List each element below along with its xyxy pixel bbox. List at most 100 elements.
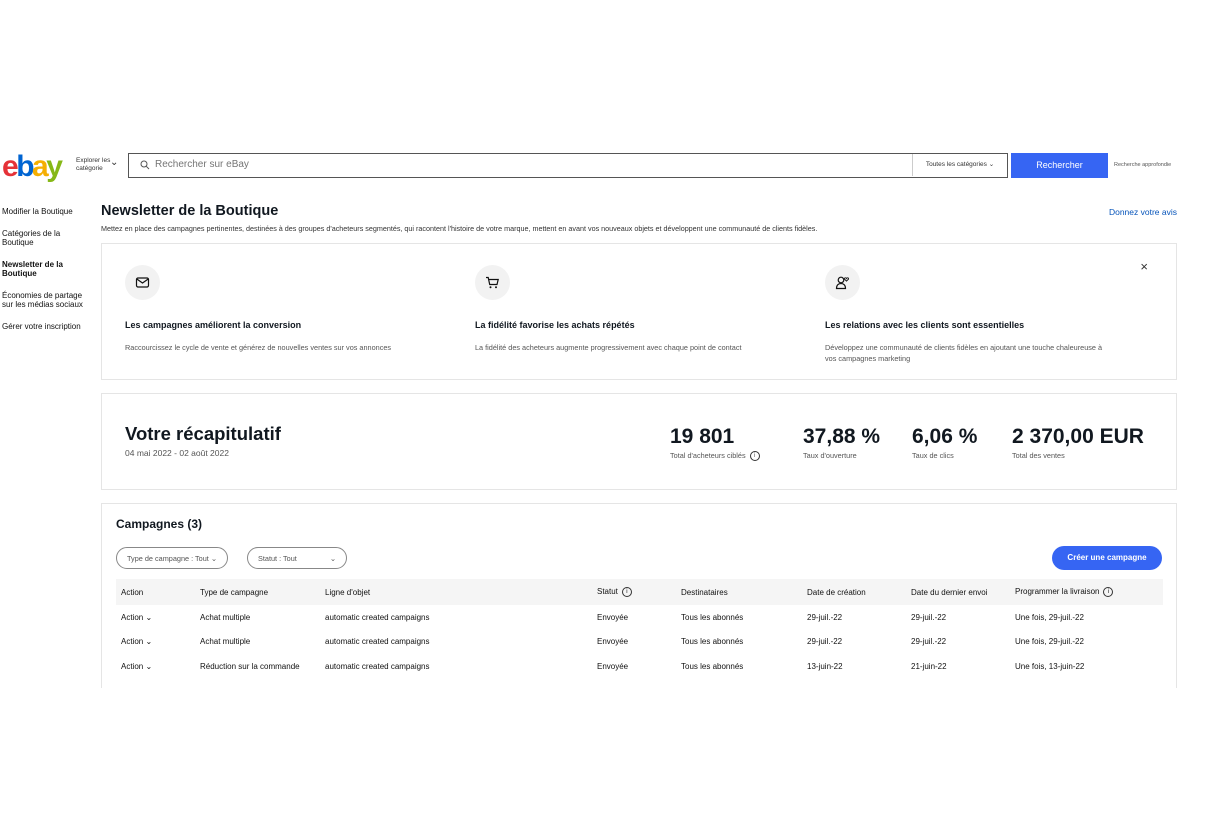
info-icon[interactable]: i (621, 587, 632, 597)
cell-last-sent-date: 29-juil.-22 (911, 637, 947, 647)
cell-created-date: 13-juin-22 (807, 661, 843, 671)
metric-value: 37,88 % (803, 425, 881, 448)
person-heart-icon (825, 265, 860, 300)
status-filter[interactable]: Statut : Tout ⌄ (247, 547, 347, 569)
column-header[interactable]: Date du dernier envoi (906, 579, 1010, 605)
chevron-down-icon: ⌄ (988, 161, 995, 168)
column-header[interactable]: Destinataires (676, 579, 802, 605)
cell-recipients: Tous les abonnés (681, 637, 744, 647)
cell-subject-line: automatic created campaigns (325, 661, 430, 671)
campaigns-title: Campagnes (3) (116, 517, 203, 531)
metric-value: 19 801 (670, 425, 735, 448)
benefit-item: La fidélité favorise les achats répétés … (475, 265, 765, 353)
ebay-logo[interactable]: ebay (2, 150, 63, 184)
explore-category-button[interactable]: Explorer les catégorie ⌄ (76, 157, 119, 173)
benefit-title: Les campagnes améliorent la conversion (125, 320, 302, 330)
benefit-title: Les relations avec les clients sont esse… (825, 320, 1025, 330)
table-row: Action ⌄ Achat multiple automatic create… (116, 630, 1163, 655)
metric-open-rate: 37,88 % Taux d'ouverture (803, 425, 880, 460)
sidebar-item-manage-subscription[interactable]: Gérer votre inscription (2, 322, 88, 331)
metric-label: Total d'acheteurs ciblés (670, 451, 746, 460)
cart-icon (475, 265, 510, 300)
cell-created-date: 29-juil.-22 (807, 612, 843, 622)
sidebar: Modifier la Boutique Catégories de la Bo… (2, 207, 88, 344)
header: ebay Explorer les catégorie ⌄ Toutes les… (0, 150, 1211, 184)
sidebar-item-store-categories[interactable]: Catégories de la Boutique (2, 229, 88, 247)
category-select[interactable]: Toutes les catégories ⌄ (912, 154, 1007, 176)
cell-status: Envoyée (597, 661, 629, 671)
table-row: Action ⌄ Achat multiple automatic create… (116, 605, 1163, 630)
column-header: Action (116, 579, 195, 605)
cell-schedule: Une fois, 29-juil.-22 (1015, 637, 1084, 647)
cell-last-sent-date: 21-juin-22 (911, 661, 947, 671)
feedback-link[interactable]: Donnez votre avis (1109, 207, 1177, 217)
info-card: × Les campagnes améliorent la conversion… (101, 243, 1177, 380)
table-row: Action ⌄ Réduction sur la commande autom… (116, 654, 1163, 679)
search-bar: Toutes les catégories ⌄ (128, 153, 1008, 178)
metric-value: 2 370,00 EUR (1012, 425, 1144, 448)
create-campaign-button[interactable]: Créer une campagne (1052, 546, 1162, 570)
cell-subject-line: automatic created campaigns (325, 637, 430, 647)
cell-subject-line: automatic created campaigns (325, 612, 430, 622)
sidebar-item-social-sharing[interactable]: Économies de partage sur les médias soci… (2, 291, 88, 309)
chevron-down-icon: ⌄ (110, 157, 119, 168)
benefit-item: Les campagnes améliorent la conversion R… (125, 265, 415, 353)
metric-label: Taux d'ouverture (803, 451, 857, 460)
column-header[interactable]: Programmer la livraison i (1010, 579, 1163, 605)
summary-date-range: 04 mai 2022 - 02 août 2022 (125, 448, 229, 458)
column-header[interactable]: Type de campagne (195, 579, 320, 605)
page-title: Newsletter de la Boutique (101, 203, 279, 219)
cell-recipients: Tous les abonnés (681, 612, 744, 622)
page-subtitle: Mettez en place des campagnes pertinente… (101, 224, 818, 233)
info-icon[interactable]: i (1103, 587, 1114, 597)
table-header-row: Action Type de campagne Ligne d'objet St… (116, 579, 1163, 605)
cell-recipients: Tous les abonnés (681, 661, 744, 671)
mail-icon (125, 265, 160, 300)
action-dropdown[interactable]: Action ⌄ (116, 605, 195, 630)
cell-created-date: 29-juil.-22 (807, 637, 843, 647)
column-header[interactable]: Ligne d'objet (320, 579, 592, 605)
sidebar-item-store-newsletter[interactable]: Newsletter de la Boutique (2, 260, 88, 278)
metric-total-sales: 2 370,00 EUR Total des ventes (1012, 425, 1144, 460)
cell-schedule: Une fois, 13-juin-22 (1015, 661, 1085, 671)
advanced-search-link[interactable]: Recherche approfondie (1114, 162, 1171, 168)
cell-schedule: Une fois, 29-juil.-22 (1015, 612, 1084, 622)
search-button[interactable]: Rechercher (1011, 153, 1108, 178)
action-dropdown[interactable]: Action ⌄ (116, 654, 195, 679)
cell-campaign-type: Réduction sur la commande (200, 661, 300, 671)
summary-card: Votre récapitulatif 04 mai 2022 - 02 aoû… (101, 393, 1177, 490)
search-icon (140, 160, 150, 170)
close-icon[interactable]: × (1140, 260, 1148, 273)
explore-label: Explorer les catégorie (76, 157, 111, 172)
chevron-down-icon: ⌄ (329, 554, 336, 563)
summary-title: Votre récapitulatif (125, 423, 281, 444)
chevron-down-icon: ⌄ (145, 637, 153, 647)
cell-last-sent-date: 29-juil.-22 (911, 612, 947, 622)
cell-status: Envoyée (597, 637, 629, 647)
metric-label: Taux de clics (912, 451, 954, 460)
benefit-desc: Raccourcissez le cycle de vente et génér… (125, 343, 392, 352)
column-header[interactable]: Date de création (802, 579, 906, 605)
campaigns-table: Action Type de campagne Ligne d'objet St… (116, 579, 1163, 679)
chevron-down-icon: ⌄ (210, 554, 217, 563)
column-header[interactable]: Statut i (592, 579, 676, 605)
benefit-desc: Développez une communauté de clients fid… (825, 343, 1103, 363)
metric-targeted-buyers: 19 801 Total d'acheteurs ciblés i (670, 425, 760, 462)
benefit-title: La fidélité favorise les achats répétés (475, 320, 635, 330)
chevron-down-icon: ⌄ (145, 612, 153, 622)
metric-value: 6,06 % (912, 425, 978, 448)
sidebar-item-edit-store[interactable]: Modifier la Boutique (2, 207, 88, 216)
info-icon[interactable]: i (749, 451, 760, 462)
metric-click-rate: 6,06 % Taux de clics (912, 425, 977, 460)
action-dropdown[interactable]: Action ⌄ (116, 630, 195, 655)
cell-campaign-type: Achat multiple (200, 637, 251, 647)
campaigns-card: Campagnes (3) Type de campagne : Tout ⌄ … (101, 503, 1177, 688)
campaign-type-filter[interactable]: Type de campagne : Tout ⌄ (116, 547, 228, 569)
benefit-item: Les relations avec les clients sont esse… (825, 265, 1115, 364)
chevron-down-icon: ⌄ (145, 661, 153, 671)
metric-label: Total des ventes (1012, 451, 1065, 460)
cell-status: Envoyée (597, 612, 629, 622)
search-input[interactable] (155, 154, 915, 176)
benefit-desc: La fidélité des acheteurs augmente progr… (475, 343, 742, 352)
cell-campaign-type: Achat multiple (200, 612, 251, 622)
